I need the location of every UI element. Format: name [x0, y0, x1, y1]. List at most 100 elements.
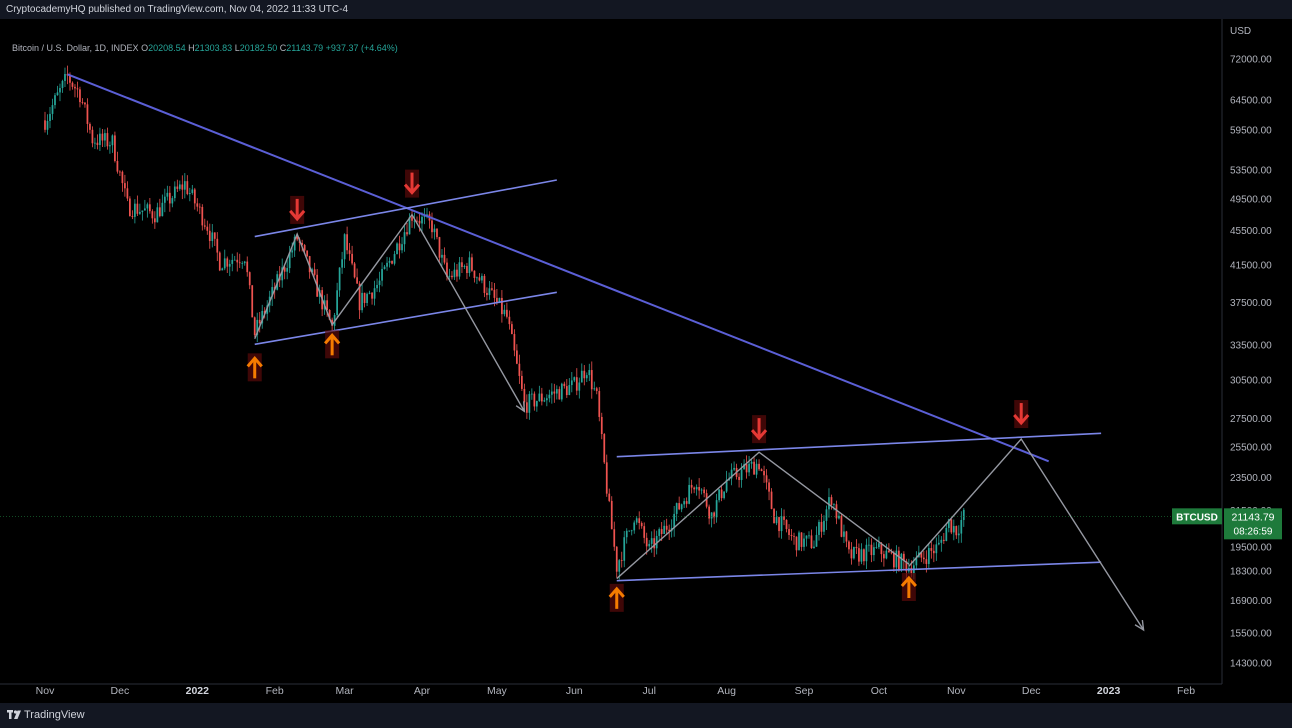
- candle-body: [126, 188, 129, 199]
- candle-body: [391, 260, 393, 264]
- candle-body: [853, 546, 855, 559]
- candle-body: [932, 550, 935, 554]
- candle-body: [930, 548, 933, 551]
- published-text: CryptocademyHQ published on TradingView.…: [6, 4, 349, 15]
- candle-body: [888, 550, 890, 553]
- price-tick-label: 14300.00: [1230, 658, 1272, 669]
- candle-body: [860, 549, 863, 562]
- candle-body: [248, 272, 251, 286]
- candle: [353, 262, 356, 279]
- candle-body: [820, 521, 823, 532]
- candle-body: [625, 530, 628, 538]
- candle-body: [94, 142, 96, 144]
- candle-body: [486, 292, 488, 296]
- candle-body: [366, 293, 368, 304]
- candle-body: [213, 232, 216, 239]
- candle-body: [955, 526, 958, 536]
- candle-body: [251, 285, 254, 318]
- candle: [560, 382, 563, 402]
- candle-body: [685, 501, 688, 504]
- published-header: CryptocademyHQ published on TradingView.…: [0, 0, 1292, 19]
- candle-body: [643, 526, 646, 538]
- candle-body: [74, 86, 76, 89]
- candle-body: [114, 135, 116, 162]
- candle-body: [605, 462, 608, 494]
- candle-body: [493, 289, 496, 298]
- candle-body: [663, 525, 666, 534]
- candle-body: [368, 292, 371, 294]
- price-tick-label: 30500.00: [1230, 375, 1272, 386]
- candle-body: [555, 389, 558, 394]
- time-tick-label: Mar: [336, 685, 355, 697]
- candle-body: [121, 171, 124, 184]
- candle-body: [151, 211, 154, 219]
- candle-body: [436, 228, 438, 238]
- price-tick-label: 15500.00: [1230, 628, 1272, 639]
- candle-body: [156, 207, 159, 223]
- candle-body: [211, 232, 214, 241]
- candle-body: [483, 275, 486, 293]
- candle-body: [338, 267, 341, 291]
- currency-label: USD: [1230, 26, 1251, 37]
- candle-body: [226, 258, 229, 267]
- candle-body: [628, 530, 631, 532]
- candle-body: [478, 277, 481, 281]
- down-arrow-icon: [1013, 400, 1030, 429]
- candle-body: [371, 292, 373, 299]
- candle-body: [678, 503, 681, 510]
- candle-body: [895, 550, 898, 568]
- candle-body: [506, 309, 508, 317]
- symbol-label: Bitcoin / U.S. Dollar, 1D, INDEX: [12, 43, 139, 53]
- candle-body: [99, 133, 101, 146]
- candle-body: [653, 538, 656, 549]
- candle-body: [952, 526, 955, 533]
- candle-body: [119, 171, 121, 173]
- candle-body: [129, 198, 131, 217]
- candle-body: [745, 464, 748, 473]
- candle-body: [166, 192, 169, 197]
- time-tick-label: Jun: [566, 685, 583, 697]
- candle-body: [848, 541, 850, 550]
- candle-body: [533, 393, 536, 407]
- candle-body: [648, 543, 651, 547]
- price-tick-label: 18300.00: [1230, 566, 1272, 577]
- candle-body: [373, 288, 376, 299]
- candle-body: [139, 211, 141, 214]
- time-tick-label: 2023: [1097, 685, 1121, 697]
- tradingview-brand[interactable]: TradingView: [24, 709, 85, 721]
- price-chart[interactable]: USD 72000.00 64500.00 59500.00 53500.00 4950…: [0, 19, 1292, 703]
- candle-body: [471, 257, 473, 271]
- price-tick-label: 33500.00: [1230, 340, 1272, 351]
- candle-body: [511, 324, 513, 335]
- time-tick-label: Apr: [414, 685, 431, 697]
- candle-body: [361, 292, 363, 311]
- time-tick-label: Nov: [947, 685, 966, 697]
- down-arrow-icon: [289, 195, 306, 224]
- candle: [253, 316, 256, 338]
- candle-body: [585, 375, 588, 379]
- candle-body: [962, 509, 965, 520]
- candle-body: [715, 500, 718, 518]
- candle-body: [863, 549, 865, 562]
- candle-body: [501, 297, 503, 315]
- candle-body: [800, 532, 803, 547]
- candle-body: [258, 319, 261, 324]
- candle-body: [196, 203, 199, 207]
- candle-body: [356, 277, 358, 284]
- candle-body: [71, 82, 74, 87]
- price-tick-label: 72000.00: [1230, 54, 1272, 65]
- candle-body: [680, 504, 683, 510]
- candle-body: [940, 539, 943, 543]
- candle-body: [560, 383, 563, 400]
- candle-body: [473, 270, 476, 278]
- price-tick-label: 37500.00: [1230, 298, 1272, 309]
- candle-body: [203, 225, 206, 227]
- candle-body: [942, 539, 945, 541]
- candle-body: [608, 493, 611, 501]
- chart-area[interactable]: USD 72000.00 64500.00 59500.00 53500.00 4950…: [0, 19, 1292, 703]
- candle-body: [116, 161, 119, 172]
- candle-body: [780, 516, 783, 532]
- candle-body: [700, 489, 703, 491]
- candle-body: [148, 204, 151, 212]
- candle-body: [593, 388, 596, 390]
